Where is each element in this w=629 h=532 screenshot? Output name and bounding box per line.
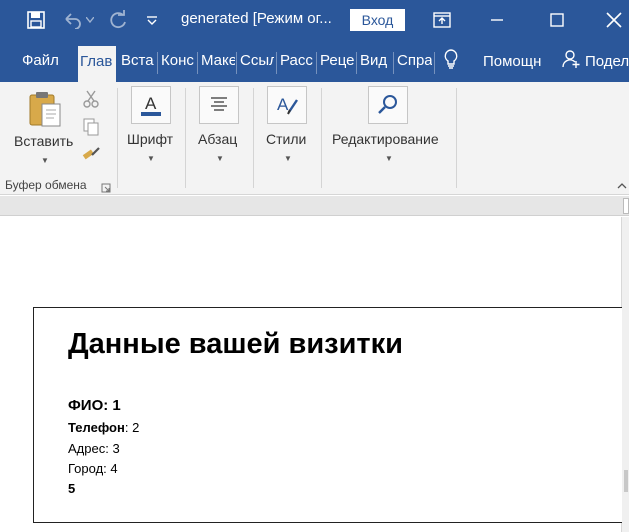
tab-separator (197, 52, 198, 74)
window-title: generated [Режим ог... (181, 10, 332, 27)
undo-icon[interactable] (60, 8, 84, 32)
collapse-ribbon-icon[interactable] (617, 178, 627, 192)
share-label: Подел (585, 52, 629, 70)
tab-home[interactable]: Глав (78, 46, 116, 82)
tab-insert[interactable]: Вста (119, 40, 156, 82)
tab-separator (393, 52, 394, 74)
font-dropdown-icon[interactable]: ▼ (147, 154, 155, 163)
phone-value: : 2 (124, 420, 140, 435)
share-button[interactable]: Подел (561, 40, 629, 82)
editing-button[interactable]: Редактирование (332, 131, 439, 147)
group-separator (456, 88, 457, 188)
phone-label: Телефон (68, 420, 125, 435)
group-separator (185, 88, 186, 188)
tab-help[interactable]: Спра (395, 40, 432, 82)
svg-text:A: A (277, 95, 289, 114)
group-separator (117, 88, 118, 188)
tab-file[interactable]: Файл (20, 40, 60, 82)
tab-separator (316, 52, 317, 74)
document-title: Данные вашей визитки (68, 328, 403, 360)
person-icon (561, 49, 581, 73)
tab-separator (356, 52, 357, 74)
address-line: Адрес: 3 (68, 441, 120, 456)
copy-icon[interactable] (82, 118, 100, 141)
paste-button[interactable]: Вставить (14, 133, 73, 149)
styles-icon[interactable]: A (267, 86, 307, 124)
redo-icon[interactable] (106, 8, 130, 32)
ruler-strip (0, 196, 629, 216)
tab-separator (434, 52, 435, 74)
tell-me-box[interactable]: Помощн (443, 40, 541, 82)
paragraph-icon[interactable] (199, 86, 239, 124)
group-separator (321, 88, 322, 188)
maximize-icon[interactable] (545, 8, 569, 32)
save-icon[interactable] (24, 8, 48, 32)
tab-mailings[interactable]: Расс (278, 40, 314, 82)
undo-dropdown-icon[interactable] (84, 8, 96, 32)
format-painter-icon[interactable] (82, 146, 102, 169)
scrollbar-thumb[interactable] (624, 470, 628, 492)
ribbon-home: Вставить ▼ Буфер обмена A Шрифт ▼ Абзац … (0, 82, 629, 195)
tab-review[interactable]: Реце (318, 40, 355, 82)
group-separator (253, 88, 254, 188)
fio-line: ФИО: 1 (68, 397, 121, 414)
styles-dropdown-icon[interactable]: ▼ (284, 154, 292, 163)
extra-line: 5 (68, 481, 76, 496)
paste-dropdown-icon[interactable]: ▼ (41, 156, 49, 165)
font-icon[interactable]: A (131, 86, 171, 124)
paste-icon[interactable] (28, 90, 64, 135)
styles-button[interactable]: Стили (266, 131, 306, 147)
phone-line: Телефон: 2 (68, 420, 139, 435)
search-icon[interactable] (368, 86, 408, 124)
tab-design[interactable]: Конс (159, 40, 195, 82)
tab-references[interactable]: Ссыл (238, 40, 274, 82)
clipboard-group-label: Буфер обмена (5, 178, 87, 192)
ribbon-display-options-icon[interactable] (430, 8, 454, 32)
tab-layout[interactable]: Маке (199, 40, 235, 82)
city-line: Город: 4 (68, 461, 118, 476)
tab-separator (157, 52, 158, 74)
cut-icon[interactable] (82, 90, 100, 113)
tab-view[interactable]: Вид (358, 40, 392, 82)
tab-separator (276, 52, 277, 74)
font-button[interactable]: Шрифт (127, 131, 173, 147)
sign-in-button[interactable]: Вход (350, 9, 405, 31)
editing-dropdown-icon[interactable]: ▼ (385, 154, 393, 163)
paragraph-dropdown-icon[interactable]: ▼ (216, 154, 224, 163)
svg-text:A: A (145, 94, 157, 113)
ruler-toggle[interactable] (623, 198, 629, 214)
tell-me-label: Помощн (483, 52, 542, 70)
close-icon[interactable] (602, 8, 626, 32)
lightbulb-icon (443, 49, 459, 73)
tab-separator (236, 52, 237, 74)
title-bar: generated [Режим ог... Вход (0, 0, 629, 40)
ribbon-tabs: Файл Глав Вста Конс Маке Ссыл Расс Реце … (0, 40, 629, 82)
paragraph-button[interactable]: Абзац (198, 131, 237, 147)
customize-qat-icon[interactable] (140, 8, 164, 32)
minimize-icon[interactable] (485, 8, 509, 32)
